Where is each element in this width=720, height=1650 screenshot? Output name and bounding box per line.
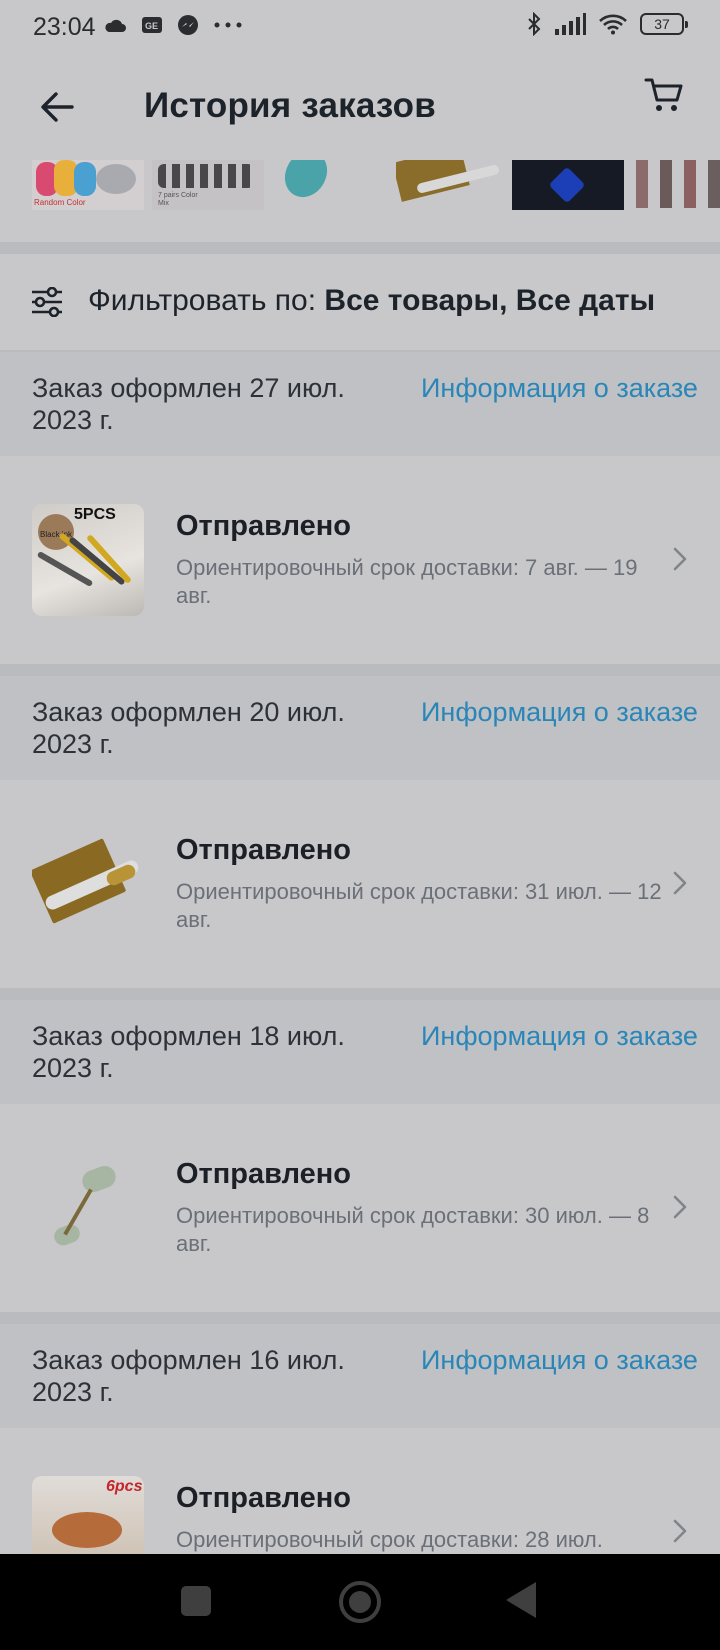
system-back-button[interactable] — [506, 1582, 536, 1618]
thumb-sponges[interactable]: Random Color — [32, 160, 144, 210]
more-dots-icon — [214, 22, 242, 28]
chevron-right-icon — [673, 1195, 687, 1219]
thumb-eyeliner[interactable] — [396, 160, 508, 210]
cart-button[interactable] — [644, 74, 692, 122]
order-item[interactable]: Отправлено Ориентировочный срок доставки… — [0, 1104, 720, 1312]
filter-text: Фильтровать по: Все товары, Все даты — [88, 284, 655, 318]
recent-apps-button[interactable] — [181, 1586, 211, 1616]
filter-value: Все товары, Все даты — [324, 284, 656, 317]
product-image: 6pcs — [32, 1476, 144, 1554]
status-left-icons: GE — [103, 14, 243, 36]
product-image — [32, 1152, 144, 1264]
order-header: Заказ оформлен 20 июл. 2023 г. Информаци… — [0, 676, 720, 780]
divider — [0, 242, 720, 254]
order-status: Отправлено — [176, 510, 351, 542]
order-header: Заказ оформлен 16 июл. 2023 г. Информаци… — [0, 1324, 720, 1428]
chevron-right-icon — [673, 871, 687, 895]
thumb-caption: Random Color — [34, 198, 86, 207]
gallery-icon: GE — [142, 17, 162, 33]
product-image — [32, 828, 144, 940]
thumb-lashes[interactable]: 7 pairs Color Mix — [152, 160, 264, 210]
divider — [0, 1312, 720, 1324]
app-header: История заказов — [0, 56, 720, 160]
chevron-right-icon — [673, 1519, 687, 1543]
chevron-right-icon — [673, 547, 687, 571]
thumb-necklace[interactable] — [512, 160, 624, 210]
status-bar: 23:04 GE 37 — [0, 0, 720, 56]
filter-row[interactable]: Фильтровать по: Все товары, Все даты — [0, 254, 720, 350]
divider — [0, 988, 720, 1000]
delivery-estimate: Ориентировочный срок доставки: 30 июл. —… — [176, 1203, 650, 1256]
order-date: Заказ оформлен 18 июл. 2023 г. — [32, 1021, 345, 1083]
delivery-estimate: Ориентировочный срок доставки: 7 авг. — … — [176, 555, 638, 608]
battery-level: 37 — [654, 16, 670, 32]
order-date: Заказ оформлен 16 июл. 2023 г. — [32, 1345, 345, 1407]
signal-icon — [555, 13, 586, 35]
filter-sliders-icon — [32, 287, 62, 317]
arrow-left-icon — [41, 92, 74, 122]
order-header: Заказ оформлен 18 июл. 2023 г. Информаци… — [0, 1000, 720, 1104]
delivery-estimate: Ориентировочный срок доставки: 31 июл. —… — [176, 879, 662, 932]
home-button[interactable] — [339, 1581, 381, 1623]
order-info-link[interactable]: Информация о заказе — [421, 1020, 701, 1052]
wifi-icon — [599, 14, 627, 35]
page-title: История заказов — [144, 86, 436, 125]
product-image: 5PCS Black ink — [32, 504, 144, 616]
bluetooth-icon — [528, 12, 541, 36]
image-badge: 6pcs — [106, 1478, 143, 1495]
cart-icon — [644, 78, 683, 111]
svg-text:GE: GE — [145, 21, 158, 31]
order-status: Отправлено — [176, 1482, 351, 1514]
messenger-icon — [178, 15, 198, 35]
battery-icon: 37 — [640, 13, 688, 35]
order-status: Отправлено — [176, 1158, 351, 1190]
order-status: Отправлено — [176, 834, 351, 866]
delivery-estimate: Ориентировочный срок доставки: 28 июл. — [176, 1527, 603, 1552]
order-header: Заказ оформлен 27 июл. 2023 г. Информаци… — [0, 352, 720, 456]
cloud-icon — [105, 19, 126, 32]
order-info-link[interactable]: Информация о заказе — [421, 1344, 701, 1376]
order-info-link[interactable]: Информация о заказе — [421, 372, 701, 404]
recent-items-strip[interactable]: Random Color 7 pairs Color Mix — [0, 160, 720, 242]
system-navigation-bar — [0, 1554, 720, 1650]
status-time: 23:04 — [33, 13, 96, 41]
divider — [0, 664, 720, 676]
order-item[interactable]: 5PCS Black ink Отправлено Ориентировочны… — [0, 456, 720, 664]
order-date: Заказ оформлен 27 июл. 2023 г. — [32, 373, 345, 435]
order-item[interactable]: 6pcs Отправлено Ориентировочный срок дос… — [0, 1428, 720, 1554]
order-date: Заказ оформлен 20 июл. 2023 г. — [32, 697, 345, 759]
filter-label: Фильтровать по: — [88, 284, 325, 317]
order-info-link[interactable]: Информация о заказе — [421, 696, 701, 728]
thumb-roller[interactable] — [272, 160, 384, 210]
thumb-glitter[interactable] — [632, 160, 720, 210]
image-badge: 5PCS — [74, 506, 116, 523]
back-button[interactable] — [34, 84, 80, 130]
order-item[interactable]: Отправлено Ориентировочный срок доставки… — [0, 780, 720, 988]
status-right-icons: 37 — [526, 12, 688, 36]
thumb-caption: 7 pairs Color Mix — [158, 192, 198, 207]
